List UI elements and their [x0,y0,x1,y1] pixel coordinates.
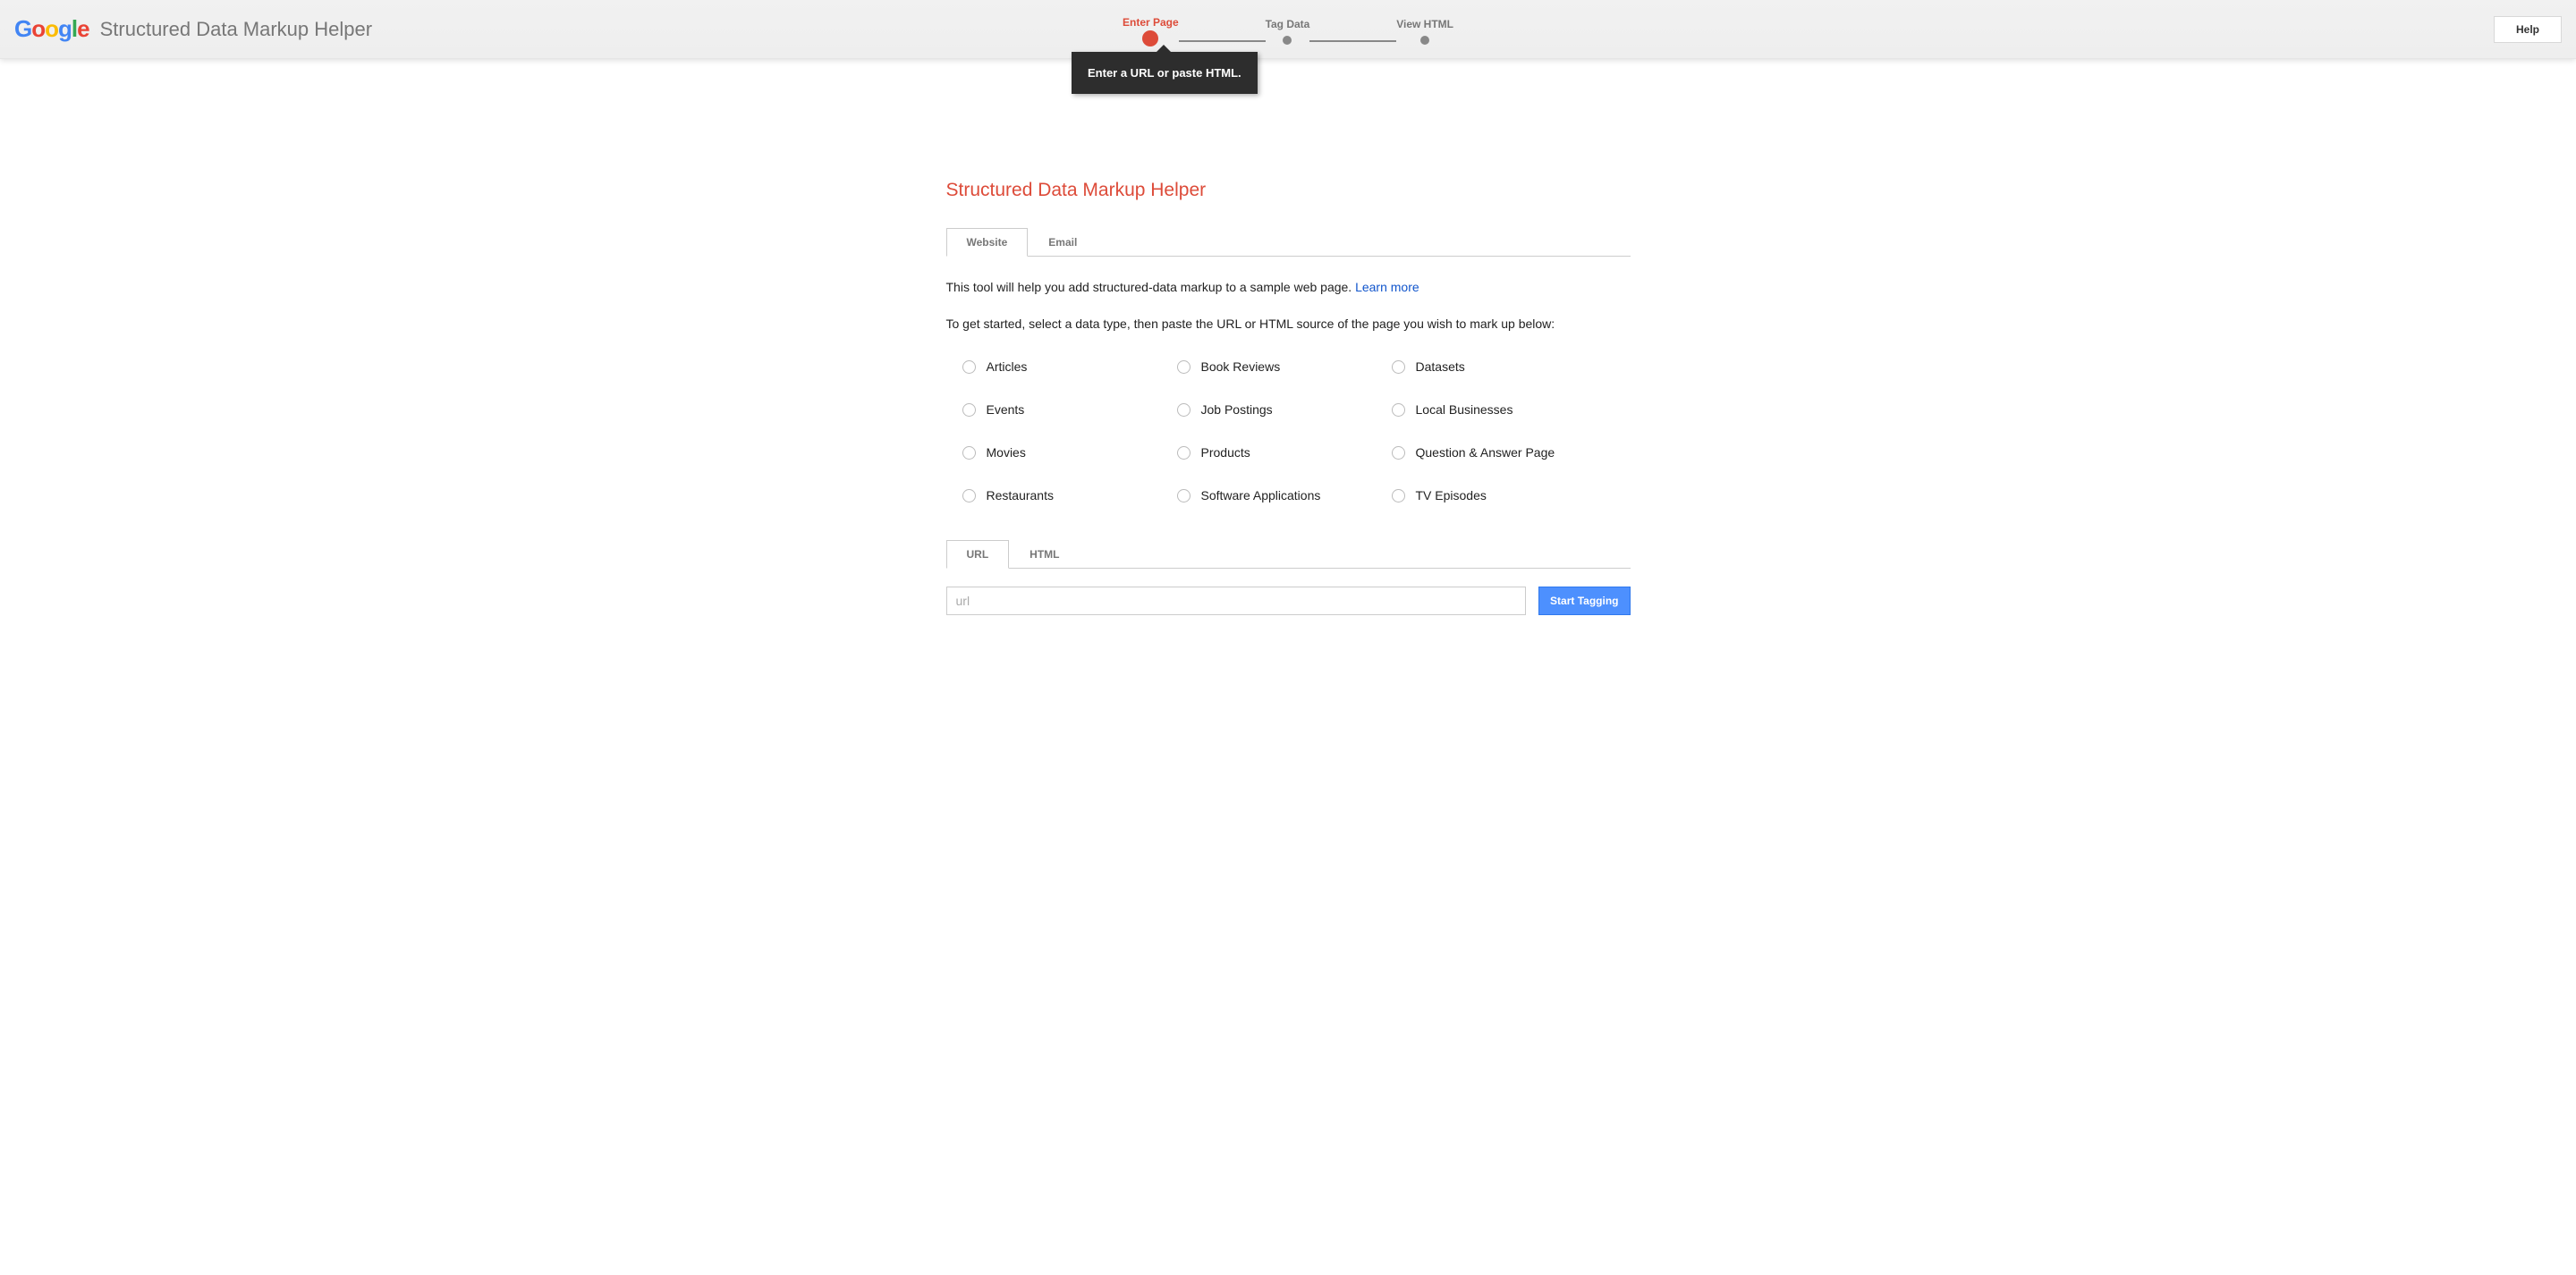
radio-label: Events [987,402,1025,417]
step-tag-data[interactable]: Tag Data [1266,18,1310,45]
radio-icon [962,446,976,460]
radio-label: Software Applications [1201,488,1321,502]
intro-text: This tool will help you add structured-d… [946,278,1631,297]
step-connector [1309,40,1396,42]
radio-local-businesses[interactable]: Local Businesses [1392,402,1606,417]
step-dot-icon [1420,36,1429,45]
radio-movies[interactable]: Movies [962,445,1177,460]
radio-restaurants[interactable]: Restaurants [962,488,1177,502]
radio-label: Job Postings [1201,402,1273,417]
tab-url[interactable]: URL [946,540,1010,569]
step-label: Tag Data [1266,18,1310,30]
radio-icon [1392,360,1405,374]
step-label: Enter Page [1123,16,1179,29]
radio-label: Articles [987,359,1028,374]
main-content: Structured Data Markup Helper Website Em… [946,59,1631,615]
step-label: View HTML [1396,18,1453,30]
tab-website[interactable]: Website [946,228,1029,257]
page-title: Structured Data Markup Helper [946,180,1631,201]
url-input[interactable] [946,587,1527,615]
instructions-text: To get started, select a data type, then… [946,317,1631,331]
learn-more-link[interactable]: Learn more [1355,280,1419,294]
radio-label: Datasets [1416,359,1465,374]
google-logo: Google [14,15,89,43]
intro-prefix: This tool will help you add structured-d… [946,280,1356,294]
radio-label: Book Reviews [1201,359,1281,374]
help-button[interactable]: Help [2494,16,2562,43]
radio-icon [962,403,976,417]
radio-software-applications[interactable]: Software Applications [1177,488,1392,502]
input-tabs-wrapper: URL HTML Start Tagging [946,540,1631,615]
url-input-row: Start Tagging [946,587,1631,615]
radio-label: Question & Answer Page [1416,445,1555,460]
data-type-grid: Articles Book Reviews Datasets Events Jo… [962,359,1631,502]
radio-label: Local Businesses [1416,402,1513,417]
tab-html[interactable]: HTML [1009,540,1080,569]
radio-events[interactable]: Events [962,402,1177,417]
radio-label: Movies [987,445,1026,460]
step-dot-icon [1283,36,1292,45]
progress-stepper: Enter Page Tag Data View HTML [1123,16,1453,46]
radio-icon [1177,489,1191,502]
content-type-tabs: Website Email [946,228,1631,257]
radio-icon [962,489,976,502]
radio-datasets[interactable]: Datasets [1392,359,1606,374]
radio-job-postings[interactable]: Job Postings [1177,402,1392,417]
radio-products[interactable]: Products [1177,445,1392,460]
radio-icon [1392,446,1405,460]
step-tooltip: Enter a URL or paste HTML. [1072,52,1258,94]
radio-label: TV Episodes [1416,488,1487,502]
step-enter-page[interactable]: Enter Page [1123,16,1179,46]
radio-icon [1392,489,1405,502]
radio-icon [962,360,976,374]
radio-book-reviews[interactable]: Book Reviews [1177,359,1392,374]
radio-icon [1392,403,1405,417]
app-title: Structured Data Markup Helper [100,18,372,41]
step-view-html[interactable]: View HTML [1396,18,1453,45]
header-bar: Google Structured Data Markup Helper Ent… [0,0,2576,59]
step-connector [1179,40,1266,42]
logo-block: Google Structured Data Markup Helper [14,15,372,43]
radio-icon [1177,403,1191,417]
tab-email[interactable]: Email [1028,228,1097,257]
radio-label: Restaurants [987,488,1054,502]
radio-label: Products [1201,445,1250,460]
radio-icon [1177,360,1191,374]
input-source-tabs: URL HTML [946,540,1631,569]
start-tagging-button[interactable]: Start Tagging [1538,587,1630,615]
radio-tv-episodes[interactable]: TV Episodes [1392,488,1606,502]
radio-icon [1177,446,1191,460]
radio-articles[interactable]: Articles [962,359,1177,374]
radio-qa-page[interactable]: Question & Answer Page [1392,445,1606,460]
